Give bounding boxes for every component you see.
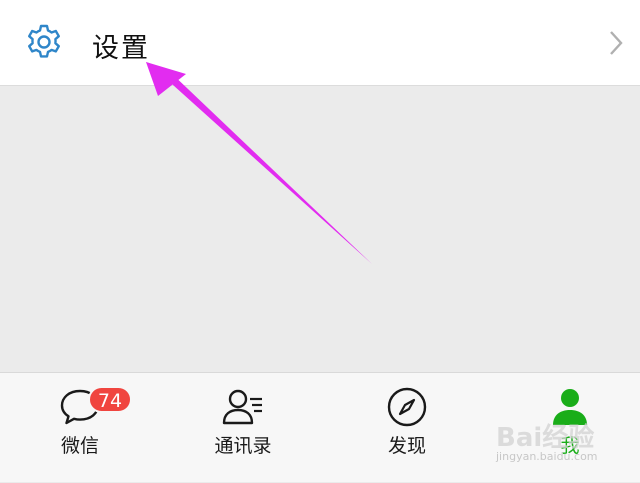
- tab-contacts[interactable]: 通讯录: [188, 373, 298, 483]
- gear-icon: [28, 24, 60, 58]
- unread-badge: 74: [88, 386, 132, 413]
- watermark-url: jingyan.baidu.com: [496, 450, 598, 463]
- settings-row[interactable]: 设置: [0, 0, 640, 86]
- tab-discover-label: 发现: [387, 435, 426, 457]
- tab-weixin-label: 微信: [60, 435, 99, 457]
- contacts-icon: [222, 389, 262, 425]
- tab-contacts-label: 通讯录: [214, 435, 272, 457]
- compass-icon: [387, 387, 427, 427]
- tab-discover[interactable]: 发现: [352, 373, 462, 483]
- settings-label: 设置: [92, 33, 150, 64]
- chevron-right-icon: [610, 31, 623, 55]
- watermark-logo-text: Bai经验: [496, 422, 594, 453]
